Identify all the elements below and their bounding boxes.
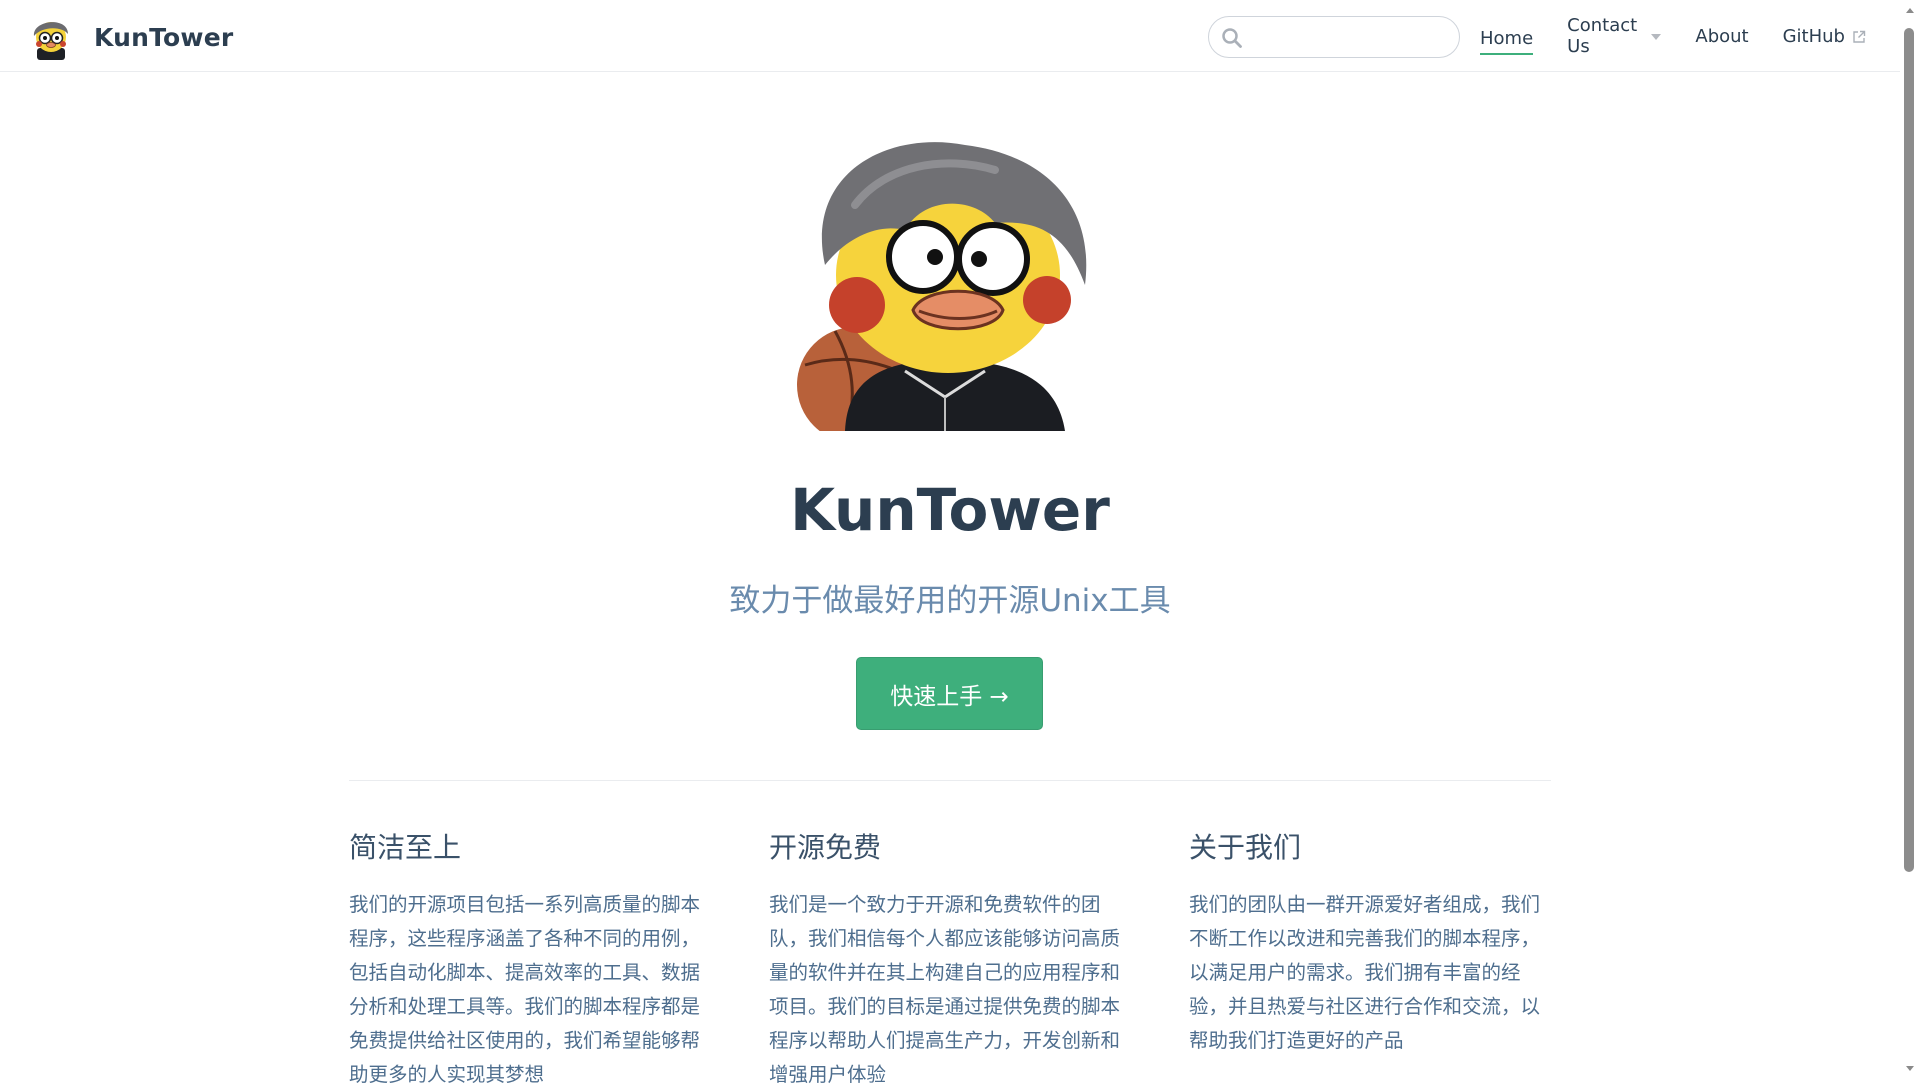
- chevron-down-icon: [1651, 34, 1662, 40]
- search-box[interactable]: [1208, 16, 1460, 58]
- feature-description: 我们是一个致力于开源和免费软件的团队，我们相信每个人都应该能够访问高质量的软件并…: [769, 893, 1121, 1086]
- section-divider: [349, 780, 1551, 781]
- navbar: KunTower Home Contact Us About GitHub: [0, 0, 1900, 72]
- nav-github[interactable]: GitHub: [1783, 16, 1866, 56]
- feature-about-us: 关于我们 我们的团队由一群开源爱好者组成，我们不断工作以改进和完善我们的脚本程序…: [1189, 826, 1559, 1058]
- page-scrollbar[interactable]: [1900, 0, 1920, 1080]
- hero-tagline: 致力于做最好用的开源Unix工具: [729, 583, 1171, 619]
- nav-links: Home Contact Us About GitHub: [1480, 0, 1900, 72]
- nav-contact-dropdown[interactable]: Contact Us: [1567, 15, 1662, 57]
- brand-home-link[interactable]: KunTower: [28, 14, 233, 60]
- feature-title: 开源免费: [769, 831, 882, 864]
- nav-about[interactable]: About: [1695, 16, 1748, 56]
- feature-description: 我们的团队由一群开源爱好者组成，我们不断工作以改进和完善我们的脚本程序，以满足用…: [1189, 893, 1541, 1052]
- scroll-up-arrow[interactable]: [1906, 8, 1914, 13]
- search-input[interactable]: [1251, 23, 1447, 51]
- nav-contact-label: Contact Us: [1567, 15, 1638, 57]
- nav-home[interactable]: Home: [1480, 23, 1534, 55]
- kun-mascot-icon: [33, 22, 68, 60]
- feature-title: 简洁至上: [349, 831, 462, 864]
- feature-open-source: 开源免费 我们是一个致力于开源和免费软件的团队，我们相信每个人都应该能够访问高质…: [769, 826, 1139, 1092]
- feature-description: 我们的开源项目包括一系列高质量的脚本程序，这些程序涵盖了各种不同的用例，包括自动…: [349, 893, 701, 1086]
- feature-title: 关于我们: [1189, 831, 1302, 864]
- get-started-button[interactable]: 快速上手 →: [856, 657, 1043, 730]
- hero-title: KunTower: [790, 476, 1110, 544]
- site-name: KunTower: [94, 22, 234, 52]
- nav-github-label: GitHub: [1782, 25, 1845, 47]
- scroll-thumb[interactable]: [1904, 28, 1914, 872]
- nav-home-label: Home: [1480, 27, 1534, 49]
- nav-about-label: About: [1695, 25, 1749, 47]
- external-link-icon: [1853, 30, 1866, 43]
- hero-mascot-image: [797, 142, 1087, 431]
- scroll-down-arrow[interactable]: [1906, 1066, 1914, 1071]
- search-icon: [1222, 28, 1242, 48]
- feature-simplicity: 简洁至上 我们的开源项目包括一系列高质量的脚本程序，这些程序涵盖了各种不同的用例…: [349, 826, 719, 1092]
